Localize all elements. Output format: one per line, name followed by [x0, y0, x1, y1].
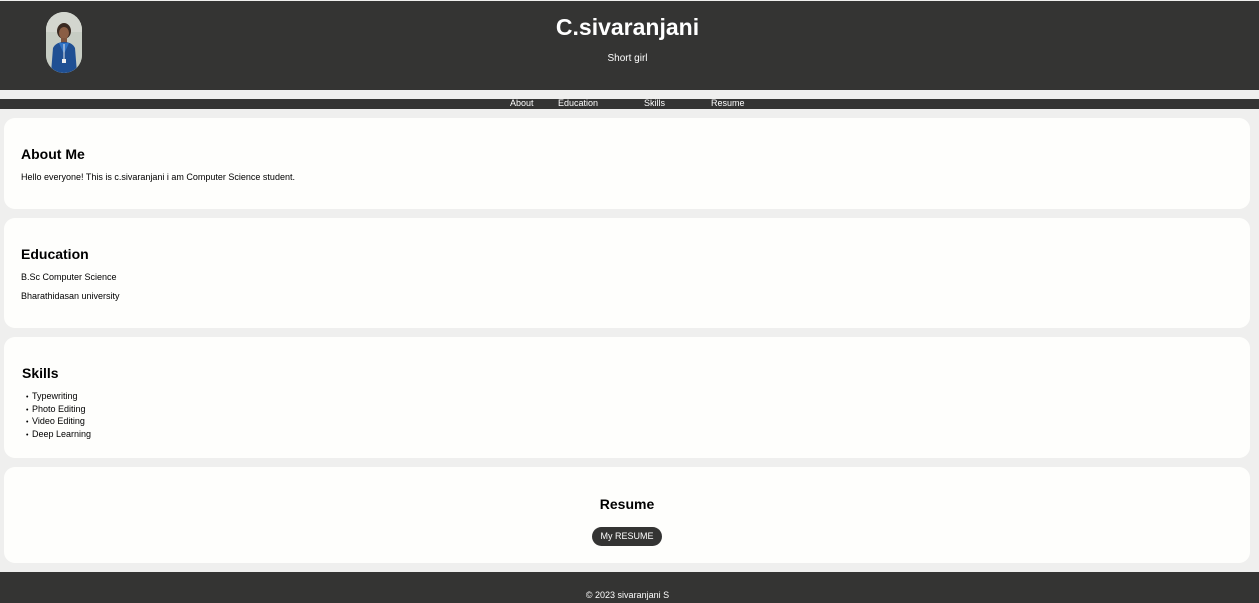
- site-header: C.sivaranjani Short girl: [0, 1, 1259, 90]
- main-nav: About Education Skills Resume: [0, 98, 1259, 109]
- skill-item: Photo Editing: [26, 404, 91, 417]
- skills-heading: Skills: [22, 365, 59, 381]
- education-section: Education B.Sc Computer Science Bharathi…: [4, 218, 1250, 328]
- resume-section: Resume My RESUME: [4, 467, 1250, 563]
- about-heading: About Me: [21, 146, 85, 162]
- skill-item: Video Editing: [26, 416, 91, 429]
- skill-item: Deep Learning: [26, 429, 91, 442]
- nav-link-resume[interactable]: Resume: [711, 98, 745, 109]
- footer-copyright: © 2023 sivaranjani S: [585, 590, 670, 600]
- education-degree: B.Sc Computer Science: [21, 272, 117, 282]
- site-tagline: Short girl: [607, 53, 648, 64]
- site-footer: © 2023 sivaranjani S: [0, 572, 1259, 603]
- about-text: Hello everyone! This is c.sivaranjani i …: [21, 172, 295, 182]
- skills-list: Typewriting Photo Editing Video Editing …: [26, 391, 91, 441]
- nav-link-about[interactable]: About: [510, 98, 534, 109]
- my-resume-button[interactable]: My RESUME: [592, 527, 662, 546]
- skills-section: Skills Typewriting Photo Editing Video E…: [4, 337, 1250, 458]
- about-section: About Me Hello everyone! This is c.sivar…: [4, 118, 1250, 209]
- site-title: C.sivaranjani: [555, 14, 700, 40]
- resume-heading: Resume: [599, 496, 655, 512]
- education-university: Bharathidasan university: [21, 291, 120, 301]
- skill-item: Typewriting: [26, 391, 91, 404]
- nav-link-skills[interactable]: Skills: [644, 98, 665, 109]
- education-heading: Education: [21, 246, 89, 262]
- nav-link-education[interactable]: Education: [558, 98, 598, 109]
